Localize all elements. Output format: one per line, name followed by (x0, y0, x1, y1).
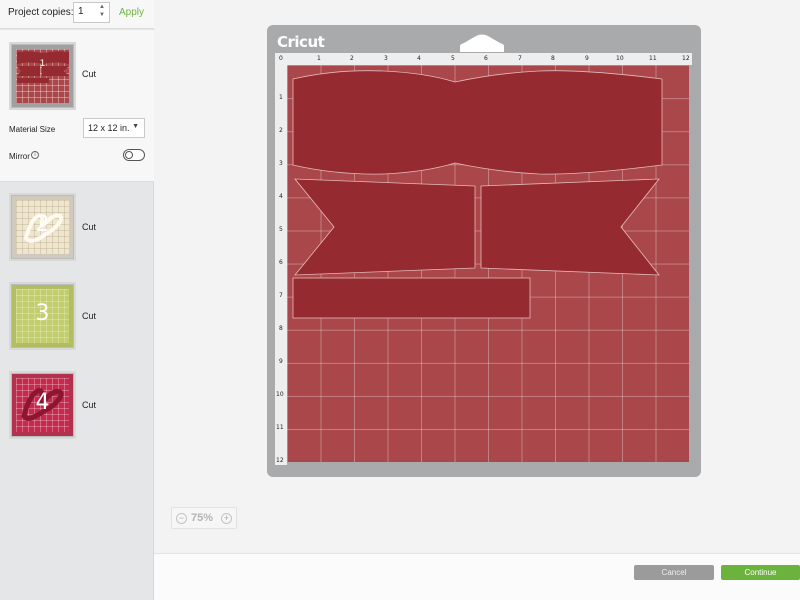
mat-3-operation: Cut (82, 311, 97, 321)
zoom-out-icon[interactable]: − (176, 513, 187, 524)
ruler-left-6: 6 (279, 259, 283, 266)
mat-thumbnail-3[interactable]: 3 (11, 284, 74, 348)
ruler-top-5: 5 (451, 55, 455, 62)
strip-shape[interactable] (292, 277, 531, 319)
stepper-icon[interactable]: ▲ ▼ (97, 3, 107, 21)
bow-shape[interactable] (292, 70, 663, 175)
material-size-select[interactable]: 12 x 12 in. ▼ (83, 118, 145, 138)
mat-shapes (292, 70, 663, 319)
ruler-left-3: 3 (279, 160, 283, 167)
ruler-top-9: 9 (585, 55, 589, 62)
mirror-label: Mirror (9, 152, 30, 161)
cricut-logo: Cricut (277, 33, 325, 51)
ruler-top-1: 1 (317, 55, 321, 62)
project-copies-bar: Project copies: 1 ▲ ▼ Apply (0, 0, 154, 29)
zoom-in-icon[interactable]: + (221, 513, 232, 524)
ruler-left-11: 11 (276, 424, 284, 431)
project-copies-label: Project copies: (8, 7, 74, 18)
mat-4-operation: Cut (82, 400, 97, 410)
mat-thumbnail-2[interactable]: 2 (11, 195, 74, 259)
ruler-left-4: 4 (279, 193, 283, 200)
ruler-left-7: 7 (279, 292, 283, 299)
mat-thumbnail-1[interactable]: 1 (11, 44, 74, 108)
ruler-top-6: 6 (484, 55, 488, 62)
ruler-left-8: 8 (279, 325, 283, 332)
cancel-button[interactable]: Cancel (634, 565, 714, 580)
material-size-label: Material Size (9, 125, 56, 134)
mat-1-operation: Cut (82, 69, 97, 79)
zoom-control: − 75% + (171, 507, 237, 529)
ruler-top-12: 12 (682, 55, 690, 62)
ruler-left-2: 2 (279, 127, 283, 134)
ruler-left-1: 1 (279, 94, 283, 101)
ruler-top-0: 0 (279, 55, 283, 62)
ruler-top-11: 11 (649, 55, 657, 62)
ruler-left-10: 10 (276, 391, 284, 398)
apply-button[interactable]: Apply (119, 7, 144, 18)
ruler-top-4: 4 (417, 55, 421, 62)
active-mat-panel: 1 Cut Material Size 12 x 12 in. ▼ Mirror… (0, 30, 154, 182)
mat-2-operation: Cut (82, 222, 97, 232)
ruler-top-8: 8 (551, 55, 555, 62)
ruler-left-9: 9 (279, 358, 283, 365)
chevron-down-icon: ▼ (132, 123, 139, 130)
ruler-top-10: 10 (616, 55, 624, 62)
ruler-top-2: 2 (350, 55, 354, 62)
zoom-level: 75% (191, 512, 214, 524)
ruler-top-3: 3 (384, 55, 388, 62)
ruler-left-12: 12 (276, 457, 284, 464)
continue-button[interactable]: Continue (721, 565, 800, 580)
mat-thumbnail-4[interactable]: 4 (11, 373, 74, 437)
ruler-left-5: 5 (279, 226, 283, 233)
mat-load-tab (460, 34, 504, 52)
mat-sidebar: Project copies: 1 ▲ ▼ Apply 1 Cut Materia… (0, 0, 154, 600)
banner-left-shape[interactable] (294, 178, 476, 276)
material-size-value: 12 x 12 in. (88, 123, 130, 133)
banner-right-shape[interactable] (480, 178, 660, 276)
info-icon[interactable]: i (31, 151, 39, 159)
mirror-toggle[interactable] (123, 149, 145, 161)
ruler-top-7: 7 (518, 55, 522, 62)
